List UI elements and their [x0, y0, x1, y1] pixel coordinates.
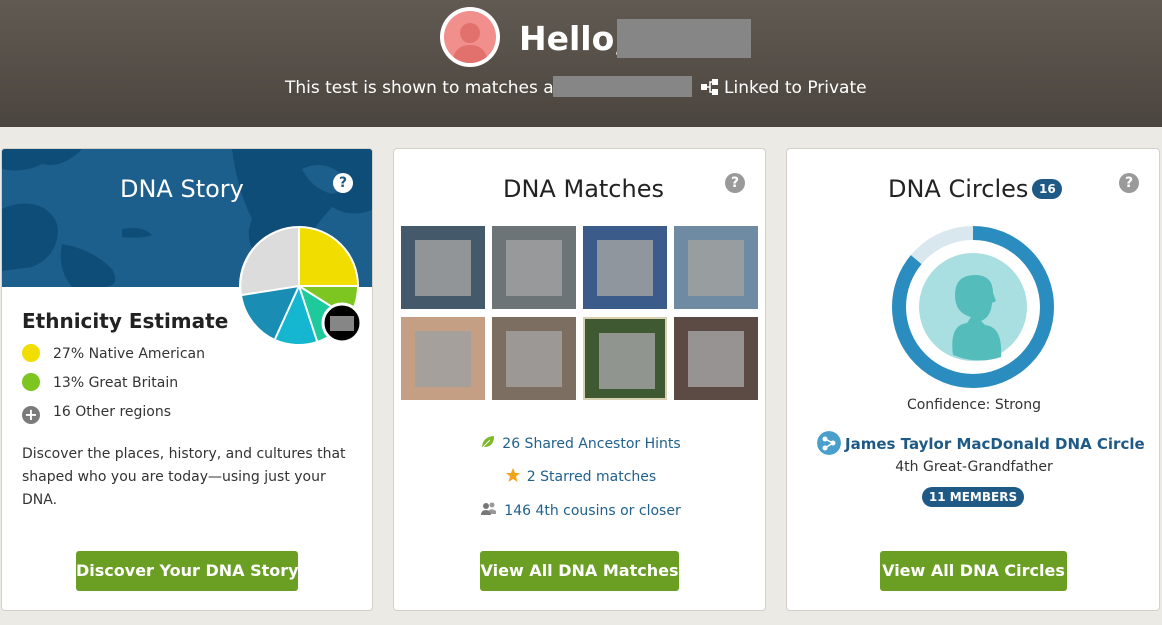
view-all-dna-matches-button[interactable]: View All DNA Matches [480, 551, 679, 591]
match-thumbnail[interactable] [401, 317, 485, 400]
pie-slice-other [241, 228, 299, 295]
match-thumbnail[interactable] [583, 226, 667, 309]
people-icon [481, 502, 497, 515]
redacted-username [617, 19, 751, 58]
ethnicity-estimate-title: Ethnicity Estimate [22, 309, 229, 333]
match-thumbnail[interactable] [492, 317, 576, 400]
card-title-dna-circles: DNA Circles 16 [888, 174, 1063, 204]
story-description: Discover the places, history, and cultur… [22, 446, 346, 508]
circle-strength-ring[interactable] [891, 225, 1055, 389]
shared-ancestor-hints-link[interactable]: 26 Shared Ancestor Hints [394, 434, 765, 454]
plus-icon: + [22, 406, 40, 424]
linked-tree-link[interactable]: Linked to Private [700, 77, 867, 99]
ethnicity-pie-chart[interactable] [238, 225, 363, 347]
discover-dna-story-button[interactable]: Discover Your DNA Story [76, 551, 299, 591]
circles-count-badge: 16 [1032, 179, 1063, 199]
match-thumbnail[interactable] [674, 317, 758, 400]
legend-dot-icon [22, 344, 40, 362]
view-all-dna-circles-button[interactable]: View All DNA Circles [880, 551, 1067, 591]
tree-link-icon [701, 79, 718, 95]
shown-as-text: This test is shown to matches as [285, 78, 563, 98]
card-title-dna-matches: DNA Matches [503, 175, 664, 203]
header: Hello, This test is shown to matches as … [0, 0, 1162, 127]
circle-network-icon [817, 431, 841, 455]
dna-circles-card: DNA Circles 16 ? Confidence: Strong James… [786, 148, 1160, 611]
dna-matches-card: DNA Matches ? 26 Shared Ancestor Hints 2… [393, 148, 766, 611]
help-icon[interactable]: ? [1119, 173, 1139, 193]
avatar[interactable] [440, 7, 500, 67]
starred-matches-link[interactable]: 2 Starred matches [394, 467, 765, 487]
match-thumbnail[interactable] [583, 317, 667, 400]
legend-great-britain[interactable]: 13% Great Britain [22, 373, 178, 393]
leaf-icon [481, 436, 495, 449]
legend-native-american[interactable]: 27% Native American [22, 344, 205, 364]
relationship-label: 4th Great-Grandfather [895, 459, 1053, 475]
redacted-display-name [553, 76, 692, 97]
pie-slice-native-american [299, 228, 357, 286]
star-icon [505, 468, 520, 482]
card-title-dna-story: DNA Story [120, 175, 244, 203]
match-thumbnail[interactable] [492, 226, 576, 309]
linked-text: Linked to Private [724, 78, 867, 98]
members-badge[interactable]: 11 MEMBERS [922, 487, 1024, 507]
confidence-label: Confidence: Strong [906, 397, 1042, 413]
help-icon[interactable]: ? [725, 173, 745, 193]
profile-silhouette-icon [452, 23, 488, 63]
fourth-cousins-link[interactable]: 146 4th cousins or closer [394, 501, 765, 521]
match-thumbnail[interactable] [674, 226, 758, 309]
help-icon[interactable]: ? [333, 173, 353, 193]
greeting: Hello, [519, 19, 627, 58]
legend-dot-icon [22, 373, 40, 391]
dna-story-card: DNA Story ? Ethnicity Estimate 27% Nativ… [1, 148, 373, 611]
legend-other-regions[interactable]: +16 Other regions [22, 402, 171, 424]
circle-name-link[interactable]: James Taylor MacDonald DNA Circle [817, 431, 1145, 455]
match-thumbnail[interactable] [401, 226, 485, 309]
